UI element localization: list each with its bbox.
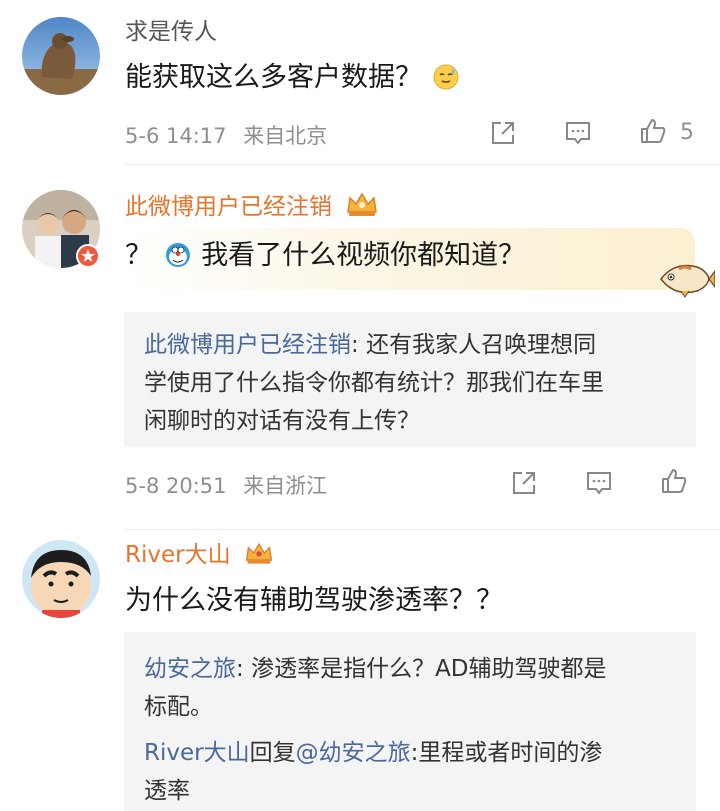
avatar[interactable] <box>22 17 100 95</box>
like-icon[interactable] <box>659 466 689 496</box>
comment-meta: 5-6 14:17 来自北京 <box>125 120 327 150</box>
reply-box[interactable]: 幼安之旅: 渗透率是指什么？AD辅助驾驶都是 标配。 River大山回复@幼安之… <box>124 632 696 811</box>
reply-item: 此微博用户已经注销: 还有我家人召唤理想同 学使用了什么指令你都有统计？那我们在… <box>144 326 676 440</box>
comment-3: River大山 为什么没有辅助驾驶渗透率？？ 幼安之旅: 渗透率是指什么？AD辅… <box>0 530 720 811</box>
reply-separator: : <box>351 332 367 358</box>
reply-username[interactable]: River大山 <box>144 740 250 766</box>
comment-text-content: 我看了什么视频你都知道？ <box>201 240 526 271</box>
comment-1: 求是传人 能获取这么多客户数据？ 5-6 14:17 来自北京 5 <box>0 0 720 165</box>
vip-crown-icon <box>245 542 273 564</box>
reply-separator: : <box>236 656 252 682</box>
location: 来自浙江 <box>243 474 328 498</box>
avatar[interactable] <box>22 540 100 618</box>
comment-text: 为什么没有辅助驾驶渗透率？？ <box>125 585 503 616</box>
reply-username[interactable]: 此微博用户已经注销 <box>144 332 351 358</box>
verified-badge-icon <box>76 244 100 268</box>
reply-text: 还有我家人召唤理想同 <box>366 332 597 358</box>
like-count: 5 <box>680 120 694 145</box>
reply-text: 里程或者时间的渗 <box>418 740 603 766</box>
reply-word: 回复 <box>249 740 296 766</box>
reply-box[interactable]: 此微博用户已经注销: 还有我家人召唤理想同 学使用了什么指令你都有统计？那我们在… <box>124 312 696 447</box>
username[interactable]: 求是传人 <box>125 17 217 47</box>
share-icon[interactable] <box>509 468 539 498</box>
reply-text: 透率 <box>144 778 190 804</box>
reply-text: 闲聊时的对话有没有上传？ <box>144 408 420 434</box>
vip-crown-icon <box>347 192 378 216</box>
doraemon-emoji <box>165 243 190 267</box>
comment-text-prefix: ？ <box>125 240 152 271</box>
comment-icon[interactable] <box>584 468 614 498</box>
reply-username[interactable]: 幼安之旅 <box>144 656 236 682</box>
sweat-smile-emoji <box>433 64 459 90</box>
timestamp: 5-6 14:17 <box>125 124 227 148</box>
comment-2: 此微博用户已经注销 ？ 我看了什么视频你都知道？ 此微博用户已经注销: 还有我家… <box>0 165 720 530</box>
comment-text-content: 能获取这么多客户数据？ <box>125 62 422 93</box>
comment-icon[interactable] <box>563 118 593 148</box>
reply-text: 标配。 <box>144 694 213 720</box>
reply-item: 幼安之旅: 渗透率是指什么？AD辅助驾驶都是 标配。 <box>144 650 676 726</box>
comment-text: ？ 我看了什么视频你都知道？ <box>125 238 525 274</box>
username[interactable]: 此微博用户已经注销 <box>125 190 379 222</box>
reply-mention[interactable]: @幼安之旅 <box>296 740 411 766</box>
reply-text: 渗透率是指什么？AD辅助驾驶都是 <box>251 656 607 682</box>
timestamp: 5-8 20:51 <box>125 474 227 498</box>
comment-meta: 5-8 20:51 来自浙江 <box>125 470 327 500</box>
username-text: River大山 <box>125 542 231 568</box>
reply-item: River大山回复@幼安之旅:里程或者时间的渗 透率 <box>144 734 676 810</box>
username[interactable]: River大山 <box>125 540 274 570</box>
fish-sticker-icon <box>660 264 715 298</box>
reply-text: 学使用了什么指令你都有统计？那我们在车里 <box>144 370 604 396</box>
comment-text: 能获取这么多客户数据？ <box>125 60 459 96</box>
location: 来自北京 <box>243 124 328 148</box>
share-icon[interactable] <box>488 118 518 148</box>
like-icon[interactable] <box>638 116 668 146</box>
username-text: 此微博用户已经注销 <box>125 194 332 220</box>
